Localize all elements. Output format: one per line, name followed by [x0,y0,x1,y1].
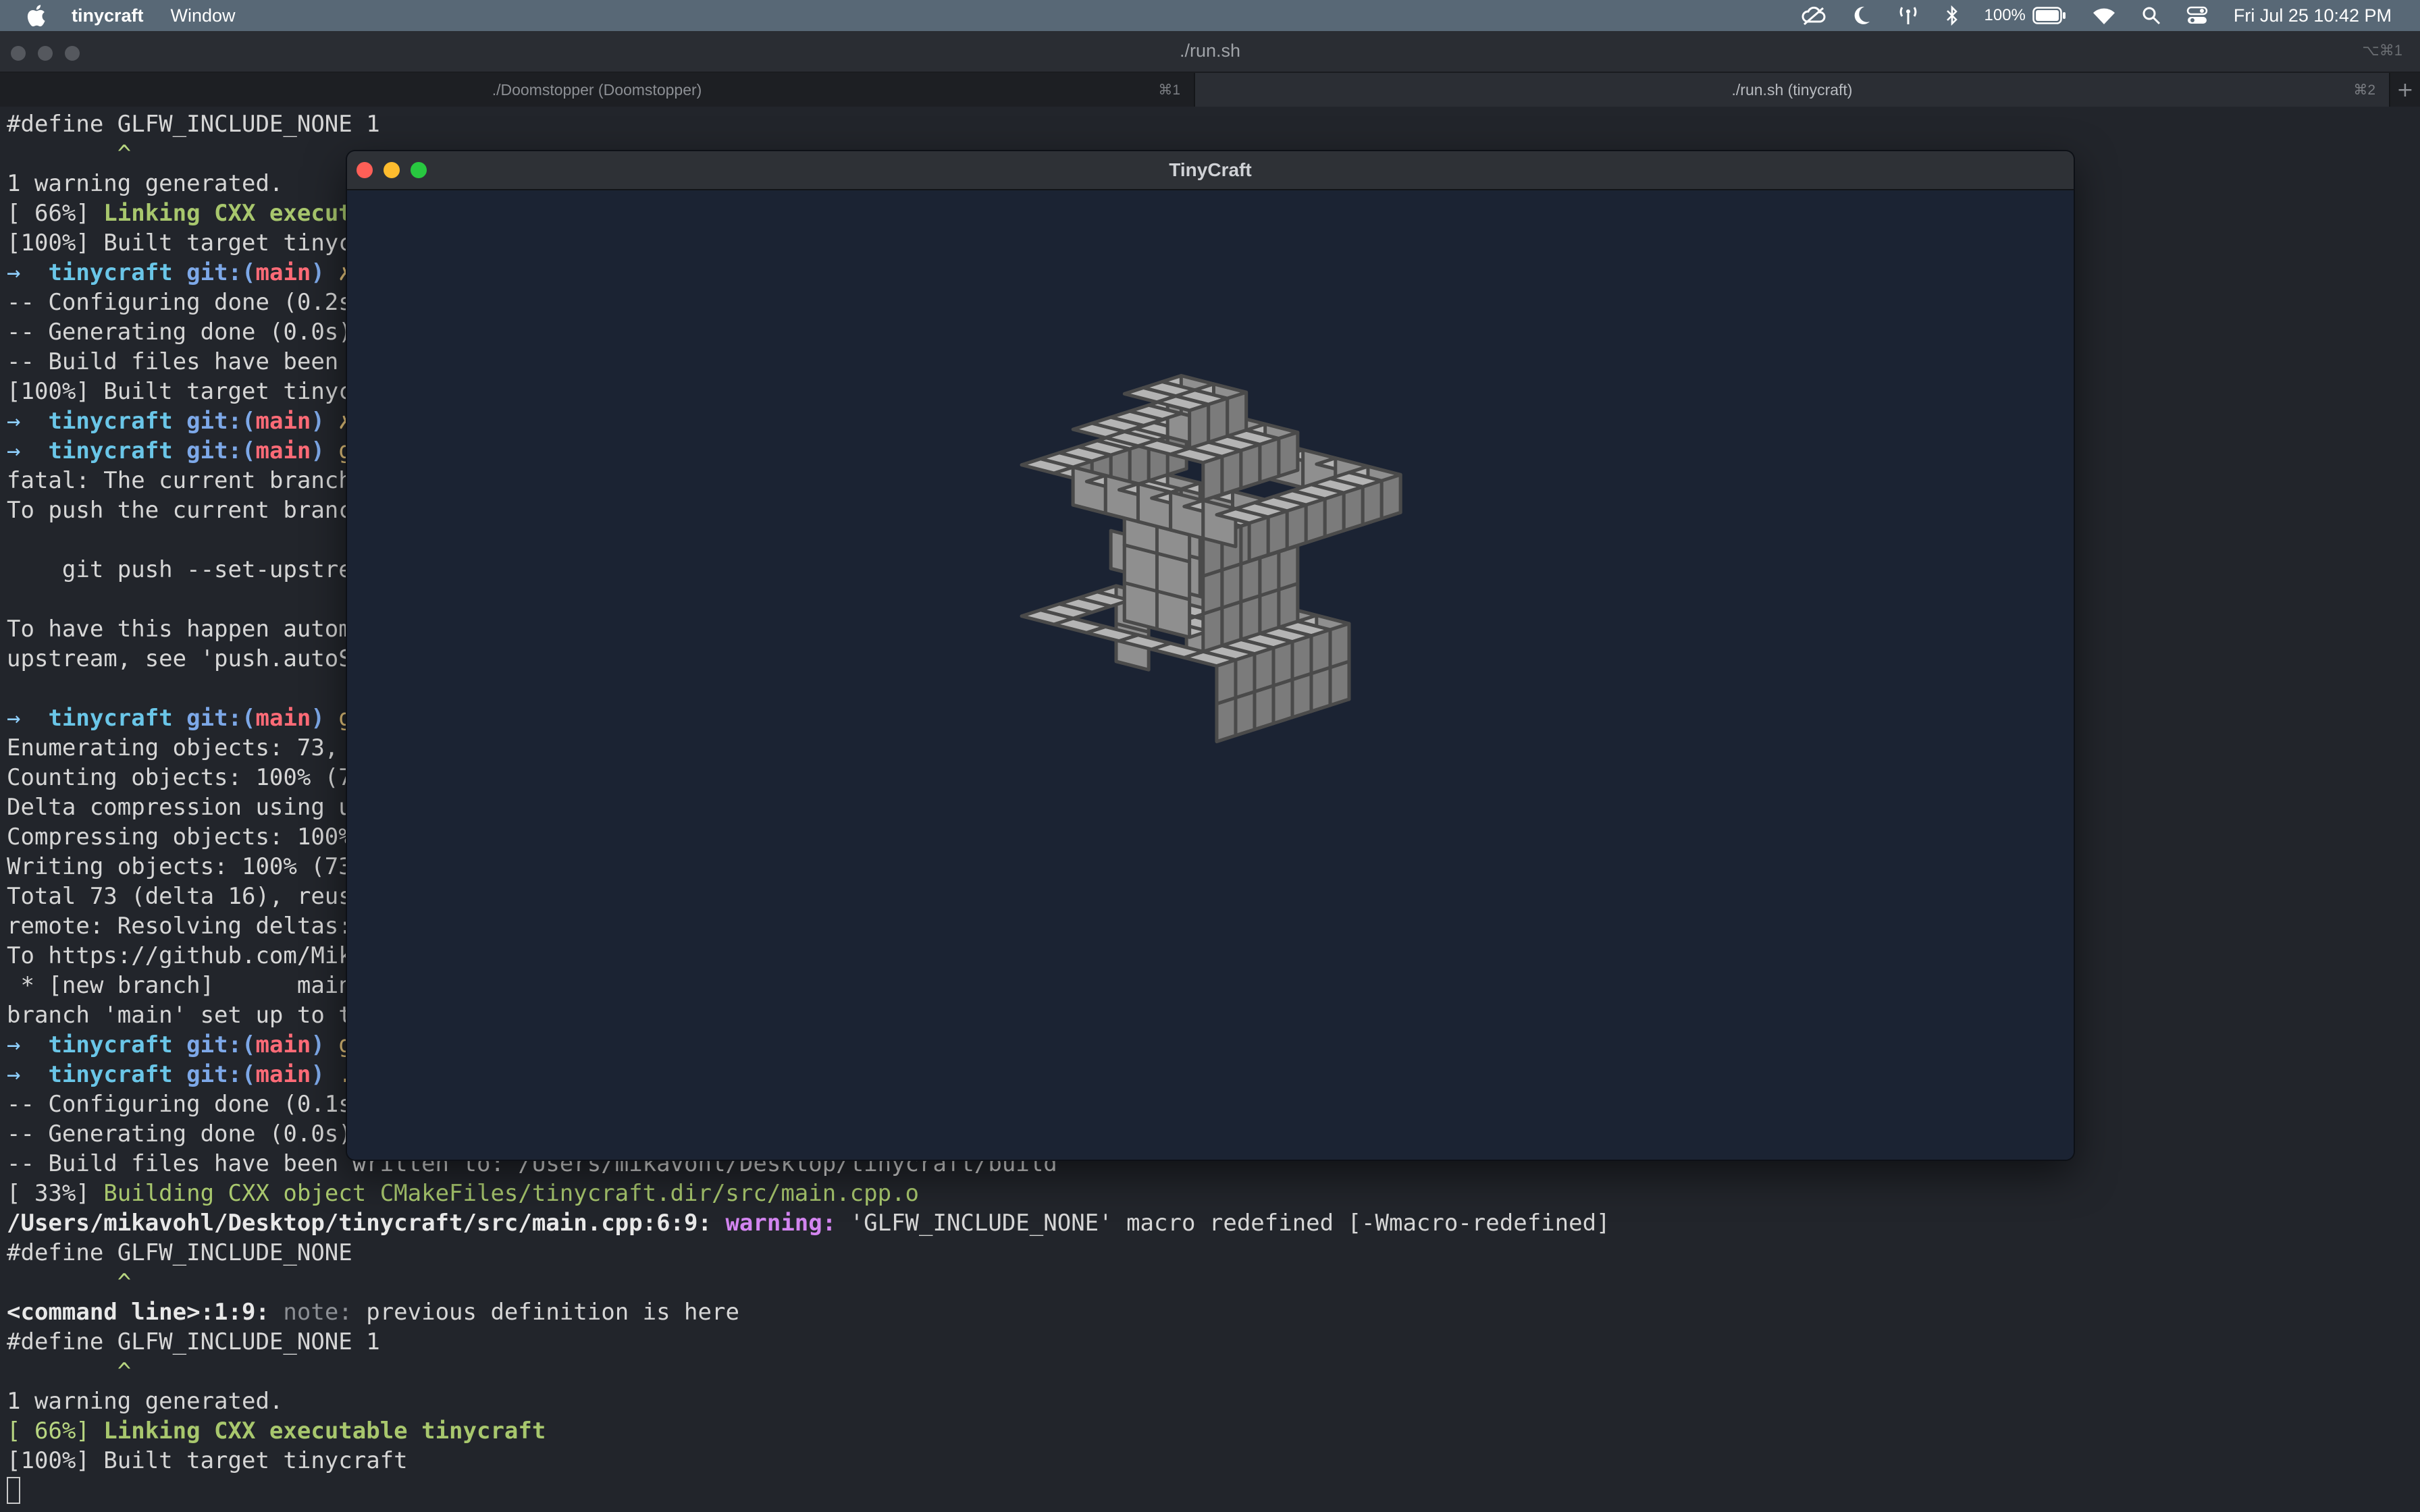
terminal-line: [ 66%] Linking CXX executable tinycraft [7,1418,546,1444]
terminal-prompt-line: → tinycraft git:(main) ✗ [7,259,352,286]
search-icon[interactable] [2142,6,2161,25]
terminal-line: ^ [7,1269,132,1296]
voxel-block [1182,649,1238,706]
terminal-line: [ 66%] Linking CXX execut [7,200,352,227]
terminal-line: -- Build files have been [7,348,352,375]
menu-bar: tinycraft Window 100% Fri Jul 25 10:42 P… [0,0,2420,31]
terminal-line: -- Configuring done (0.1s [7,1091,352,1118]
terminal-line: #define GLFW_INCLUDE_NONE 1 [7,1328,380,1355]
terminal-line: remote: Resolving deltas: [7,913,352,940]
terminal-line: #define GLFW_INCLUDE_NONE 1 [7,111,380,138]
terminal-title: ./run.sh [1179,40,1241,61]
bluetooth-icon[interactable] [1945,5,1959,26]
terminal-title-shortcut: ⌥⌘1 [2362,42,2402,59]
terminal-line: To have this happen autom [7,616,352,643]
terminal-line: #define GLFW_INCLUDE_NONE [7,1239,352,1266]
terminal-line: [ 33%] Building CXX object CMakeFiles/ti… [7,1180,920,1207]
terminal-line: ^ [7,1358,132,1385]
menubar-clock[interactable]: Fri Jul 25 10:42 PM [2234,5,2392,26]
terminal-line: [100%] Built target tinyc [7,378,352,405]
terminal-note-line: <command line>:1:9: note: previous defin… [7,1299,739,1326]
voxel-scene [1020,374,1402,744]
terminal-line: upstream, see 'push.autoS [7,645,352,672]
terminal-line: * [new branch] main [7,972,352,999]
terminal-line: Enumerating objects: 73, [7,734,352,761]
wifi-icon[interactable] [2092,6,2116,25]
terminal-line: To push the current branc [7,497,352,524]
terminal-line: fatal: The current branch [7,467,352,494]
terminal-prompt-line: → tinycraft git:(main) g [7,1031,352,1058]
terminal-line: Writing objects: 100% (73 [7,853,352,880]
terminal-line: -- Generating done (0.0s) [7,1120,352,1148]
tab-label: ./Doomstopper (Doomstopper) [492,80,702,99]
tab-tinycraft[interactable]: ./run.sh (tinycraft) ⌘2 [1195,73,2390,107]
tinycraft-title: TinyCraft [1169,159,1252,180]
terminal-line: Compressing objects: 100% [7,824,352,850]
terminal-line: git push --set-upstre [7,556,352,583]
tinycraft-window[interactable]: TinyCraft [347,151,2074,1160]
terminal-line: [100%] Built target tinycraft [7,1447,408,1474]
terminal-titlebar[interactable]: ./run.sh ⌥⌘1 [0,31,2420,73]
terminal-line: 1 warning generated. [7,1388,284,1415]
terminal-line: ^ [7,140,132,167]
battery-percent: 100% [1984,6,2026,24]
terminal-line: Counting objects: 100% (7 [7,764,352,791]
cloud-icon[interactable] [1801,5,1826,26]
terminal-line: 1 warning generated. [7,170,284,197]
terminal-line: [100%] Built target tinyc [7,230,352,256]
new-tab-button[interactable]: + [2390,73,2420,107]
tab-label: ./run.sh (tinycraft) [1731,80,1853,99]
moon-icon[interactable] [1852,5,1871,26]
terminal-line: branch 'main' set up to t [7,1002,352,1029]
control-center-icon[interactable] [2186,6,2208,25]
terminal-line: To https://github.com/Mik [7,942,352,969]
menu-app-name[interactable]: tinycraft [72,5,144,26]
tinycraft-titlebar[interactable]: TinyCraft [347,151,2074,190]
terminal-warning-line: /Users/mikavohl/Desktop/tinycraft/src/ma… [7,1210,1610,1237]
menu-window[interactable]: Window [171,5,236,26]
antenna-icon[interactable] [1897,5,1920,26]
terminal-line: Total 73 (delta 16), reus [7,883,352,910]
battery-icon[interactable] [2032,7,2066,24]
terminal-line: -- Configuring done (0.2s [7,289,352,316]
terminal-cursor [7,1477,20,1504]
terminal-line: -- Generating done (0.0s) [7,319,352,346]
tab-doomstopper[interactable]: ./Doomstopper (Doomstopper) ⌘1 [0,73,1195,107]
terminal-prompt-line: → tinycraft git:(main) ✗ [7,408,352,435]
tab-shortcut: ⌘1 [1158,82,1180,98]
tab-shortcut: ⌘2 [2353,82,2375,98]
terminal-prompt-line: → tinycraft git:(main) g [7,437,352,464]
game-viewport[interactable] [347,190,2074,1160]
apple-icon[interactable] [26,4,46,27]
terminal-line: Delta compression using u [7,794,352,821]
voxel-block [1052,465,1107,515]
terminal-tab-bar: ./Doomstopper (Doomstopper) ⌘1 ./run.sh … [0,73,2420,107]
terminal-prompt-line: → tinycraft git:(main) g [7,705,352,732]
terminal-prompt-line: → tinycraft git:(main) . [7,1061,352,1088]
